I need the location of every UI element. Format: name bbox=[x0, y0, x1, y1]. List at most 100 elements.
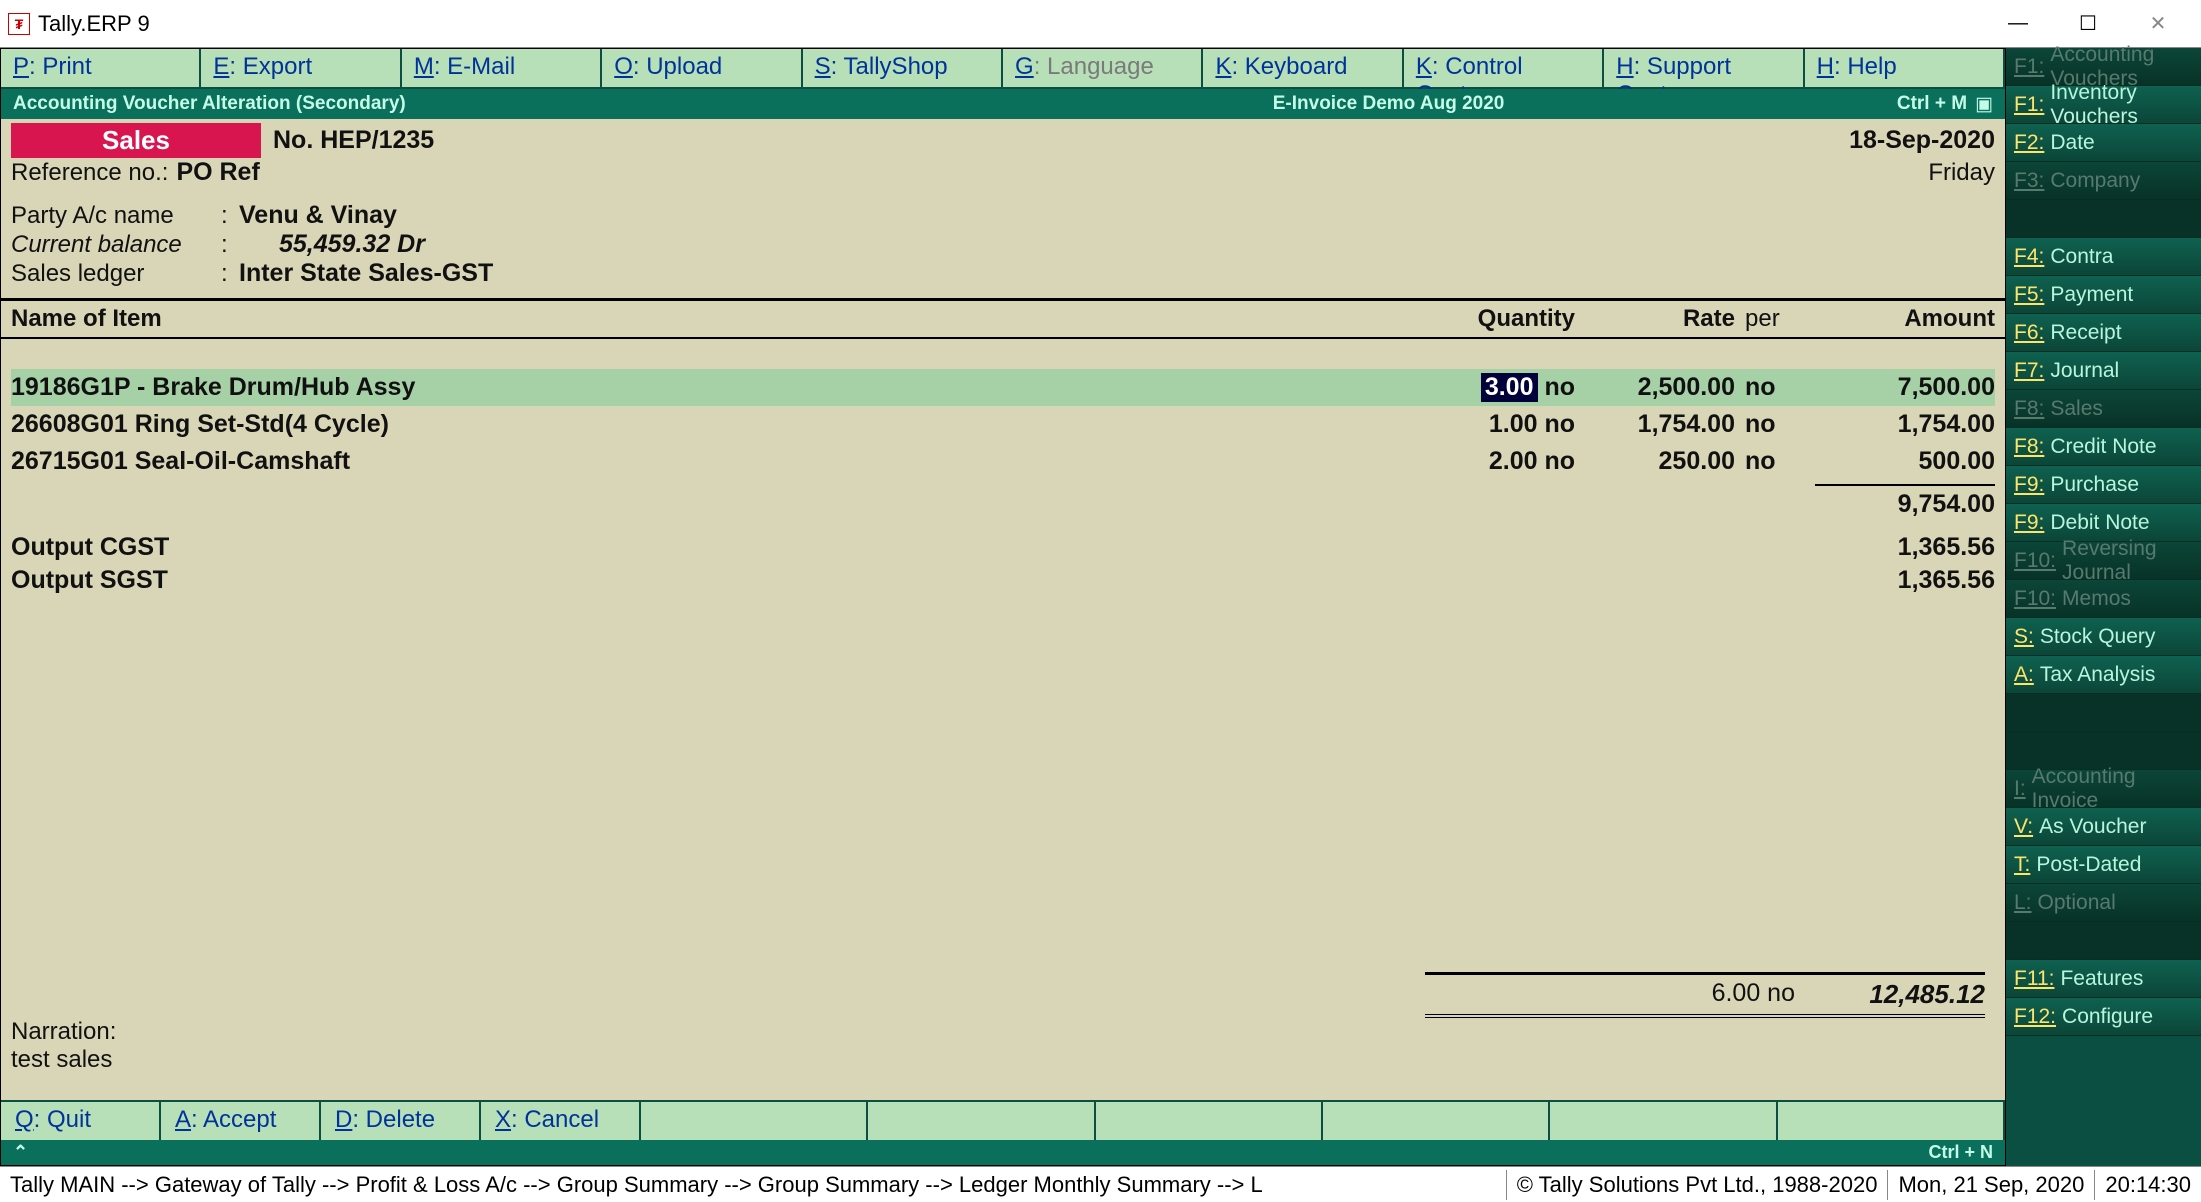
cmd-export[interactable]: E: Export bbox=[201, 49, 401, 87]
side-optional: L:Optional bbox=[2006, 884, 2201, 922]
context-strip: Accounting Voucher Alteration (Secondary… bbox=[1, 89, 2005, 119]
col-amount: Amount bbox=[1805, 305, 1995, 333]
action-quit[interactable]: Q: Quit bbox=[1, 1102, 161, 1140]
side-accountinginvoice: I:Accounting Invoice bbox=[2006, 770, 2201, 808]
item-per: no bbox=[1735, 410, 1805, 439]
item-qty[interactable]: 1.00 no bbox=[1385, 410, 1575, 439]
side-reversingjournal: F10:Reversing Journal bbox=[2006, 542, 2201, 580]
side-payment[interactable]: F5:Payment bbox=[2006, 276, 2201, 314]
cmd-tallyshop[interactable]: S: TallyShop bbox=[803, 49, 1003, 87]
side-memos: F10:Memos bbox=[2006, 580, 2201, 618]
item-rate[interactable]: 1,754.00 bbox=[1575, 410, 1735, 439]
side-gap bbox=[2006, 922, 2201, 960]
item-row[interactable]: 19186G1P - Brake Drum/Hub Assy3.00 no2,5… bbox=[11, 369, 1995, 406]
side-postdated[interactable]: T:Post-Dated bbox=[2006, 846, 2201, 884]
side-receipt[interactable]: F6:Receipt bbox=[2006, 314, 2201, 352]
status-bar: Tally MAIN --> Gateway of Tally --> Prof… bbox=[0, 1166, 2201, 1202]
close-button[interactable]: ✕ bbox=[2123, 0, 2193, 48]
ctrl-n-hint: ⌃Ctrl + N bbox=[1, 1140, 2005, 1165]
breadcrumb-path: Tally MAIN --> Gateway of Tally --> Prof… bbox=[0, 1170, 1507, 1200]
col-qty: Quantity bbox=[1385, 305, 1575, 333]
item-qty[interactable]: 2.00 no bbox=[1385, 447, 1575, 476]
col-name: Name of Item bbox=[11, 305, 1385, 333]
narration-label: Narration: bbox=[11, 1018, 1995, 1046]
col-rate: Rate bbox=[1575, 305, 1735, 333]
sales-ledger-label: Sales ledger bbox=[11, 260, 221, 288]
context-left: Accounting Voucher Alteration (Secondary… bbox=[13, 93, 930, 115]
status-time: 20:14:30 bbox=[2095, 1170, 2201, 1200]
side-company: F3:Company bbox=[2006, 162, 2201, 200]
context-shortcut: Ctrl + M bbox=[1847, 93, 1967, 115]
item-name: 26715G01 Seal-Oil-Camshaft bbox=[11, 447, 1385, 476]
side-gap bbox=[2006, 694, 2201, 732]
side-inventoryvouchers[interactable]: F1:Inventory Vouchers bbox=[2006, 86, 2201, 124]
cmd-supportcentre[interactable]: H: Support Centre bbox=[1604, 49, 1804, 87]
side-features[interactable]: F11:Features bbox=[2006, 960, 2201, 998]
minimize-button[interactable]: — bbox=[1983, 0, 2053, 48]
side-button-panel: F1:Accounting VouchersF1:Inventory Vouch… bbox=[2006, 48, 2201, 1166]
item-per: no bbox=[1735, 373, 1805, 402]
item-amount: 7,500.00 bbox=[1805, 373, 1995, 402]
voucher-type-badge: Sales bbox=[11, 123, 261, 158]
command-bar: P: PrintE: ExportM: E-MailO: UploadS: Ta… bbox=[1, 49, 2005, 89]
side-journal[interactable]: F7:Journal bbox=[2006, 352, 2201, 390]
item-amount: 1,754.00 bbox=[1805, 410, 1995, 439]
items-subtotal: 9,754.00 bbox=[1815, 484, 1995, 519]
party-name-label: Party A/c name bbox=[11, 202, 221, 230]
item-qty[interactable]: 3.00 no bbox=[1385, 373, 1575, 402]
item-name: 26608G01 Ring Set-Std(4 Cycle) bbox=[11, 410, 1385, 439]
app-icon: ₮ bbox=[8, 13, 30, 35]
window-title: Tally.ERP 9 bbox=[38, 11, 150, 37]
item-per: no bbox=[1735, 447, 1805, 476]
voucher-no: HEP/1235 bbox=[320, 126, 434, 154]
total-qty: 6.00 no bbox=[1425, 979, 1795, 1010]
total-amount: 12,485.12 bbox=[1795, 979, 1985, 1010]
cmd-email[interactable]: M: E-Mail bbox=[402, 49, 602, 87]
action-delete[interactable]: D: Delete bbox=[321, 1102, 481, 1140]
tax-row[interactable]: Output SGST1,365.56 bbox=[1, 564, 2005, 597]
cmd-help[interactable]: H: Help bbox=[1805, 49, 2005, 87]
reference-value: PO Ref bbox=[176, 158, 259, 187]
narration-text[interactable]: test sales bbox=[11, 1046, 1995, 1074]
tax-row[interactable]: Output CGST1,365.56 bbox=[1, 531, 2005, 564]
side-creditnote[interactable]: F8:Credit Note bbox=[2006, 428, 2201, 466]
current-balance-label: Current balance bbox=[11, 231, 221, 259]
cmd-controlcentre[interactable]: K: Control Centre bbox=[1404, 49, 1604, 87]
copyright: © Tally Solutions Pvt Ltd., 1988-2020 bbox=[1507, 1170, 1889, 1200]
status-date: Mon, 21 Sep, 2020 bbox=[1888, 1170, 2095, 1200]
item-rate[interactable]: 2,500.00 bbox=[1575, 373, 1735, 402]
maximize-button[interactable]: ☐ bbox=[2053, 0, 2123, 48]
tax-name: Output CGST bbox=[11, 533, 1805, 562]
side-date[interactable]: F2:Date bbox=[2006, 124, 2201, 162]
item-name: 19186G1P - Brake Drum/Hub Assy bbox=[11, 373, 1385, 402]
side-sales: F8:Sales bbox=[2006, 390, 2201, 428]
sales-ledger[interactable]: Inter State Sales-GST bbox=[239, 259, 493, 287]
action-cancel[interactable]: X: Cancel bbox=[481, 1102, 641, 1140]
side-configure[interactable]: F12:Configure bbox=[2006, 998, 2201, 1036]
side-contra[interactable]: F4:Contra bbox=[2006, 238, 2201, 276]
side-taxanalysis[interactable]: A:Tax Analysis bbox=[2006, 656, 2201, 694]
side-purchase[interactable]: F9:Purchase bbox=[2006, 466, 2201, 504]
qty-input[interactable]: 3.00 bbox=[1481, 373, 1538, 402]
side-asvoucher[interactable]: V:As Voucher bbox=[2006, 808, 2201, 846]
party-name[interactable]: Venu & Vinay bbox=[239, 201, 397, 229]
side-stockquery[interactable]: S:Stock Query bbox=[2006, 618, 2201, 656]
item-row[interactable]: 26715G01 Seal-Oil-Camshaft2.00 no250.00n… bbox=[11, 443, 1995, 480]
voucher-no-label: No. bbox=[273, 126, 313, 154]
voucher-day: Friday bbox=[1928, 159, 1995, 187]
voucher-date: 18-Sep-2020 bbox=[1849, 126, 1995, 155]
item-rate[interactable]: 250.00 bbox=[1575, 447, 1735, 476]
cmd-upload[interactable]: O: Upload bbox=[602, 49, 802, 87]
voucher-workarea: Sales No. HEP/1235 18-Sep-2020 Reference… bbox=[1, 119, 2005, 1100]
col-per: per bbox=[1735, 305, 1805, 333]
item-amount: 500.00 bbox=[1805, 447, 1995, 476]
tax-amount: 1,365.56 bbox=[1805, 533, 1995, 562]
reference-label: Reference no.: bbox=[11, 159, 168, 187]
context-company: E-Invoice Demo Aug 2020 bbox=[930, 93, 1847, 115]
window-titlebar: ₮ Tally.ERP 9 — ☐ ✕ bbox=[0, 0, 2201, 48]
action-accept[interactable]: A: Accept bbox=[161, 1102, 321, 1140]
cmd-keyboard[interactable]: K: Keyboard bbox=[1203, 49, 1403, 87]
item-row[interactable]: 26608G01 Ring Set-Std(4 Cycle)1.00 no1,7… bbox=[11, 406, 1995, 443]
cmd-print[interactable]: P: Print bbox=[1, 49, 201, 87]
tax-name: Output SGST bbox=[11, 566, 1805, 595]
